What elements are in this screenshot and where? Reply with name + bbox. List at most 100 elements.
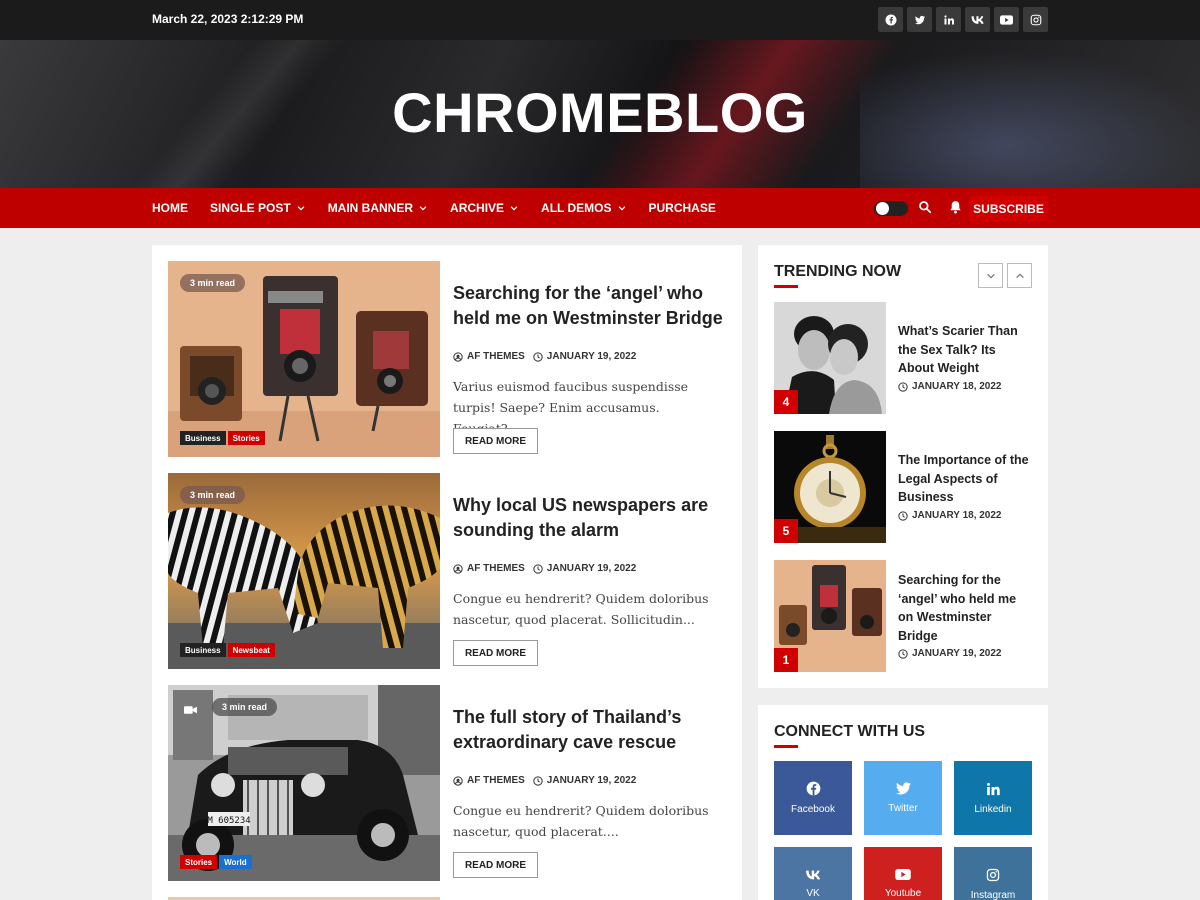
tag-business[interactable]: Business xyxy=(180,643,226,657)
post-tags: Business Stories xyxy=(180,431,265,445)
trending-thumbnail[interactable]: 1 xyxy=(774,560,886,672)
connect-facebook-tile[interactable]: Facebook xyxy=(774,761,852,835)
dark-mode-toggle[interactable] xyxy=(874,201,908,216)
read-more-button[interactable]: READ MORE xyxy=(453,852,538,878)
trending-date: JANUARY 18, 2022 xyxy=(912,510,1002,521)
nav-item-main-banner[interactable]: MAIN BANNER xyxy=(328,201,428,215)
nav-item-label: MAIN BANNER xyxy=(327,201,414,215)
clock-icon xyxy=(898,510,908,521)
trending-prev-button[interactable] xyxy=(1007,263,1032,288)
connect-youtube-tile[interactable]: Youtube xyxy=(864,847,942,900)
clock-icon xyxy=(533,563,543,574)
trending-rank: 5 xyxy=(774,519,798,543)
site-header: CHROMEBLOG xyxy=(0,40,1200,188)
site-title[interactable]: CHROMEBLOG xyxy=(0,80,1200,145)
post-author[interactable]: AF THEMES xyxy=(467,563,525,574)
trending-item: 5 The Importance of the Legal Aspects of… xyxy=(774,431,1034,543)
nav-menu: HOME SINGLE POST MAIN BANNER ARCHIVE ALL DEM… xyxy=(152,188,716,228)
trending-title[interactable]: Searching for the ‘angel’ who held me on… xyxy=(898,571,1034,645)
post-thumbnail[interactable]: 3 min read Business Stories xyxy=(168,261,440,457)
connect-twitter-tile[interactable]: Twitter xyxy=(864,761,942,835)
search-icon[interactable] xyxy=(918,200,934,216)
youtube-label: Youtube xyxy=(884,888,922,899)
trending-date: JANUARY 19, 2022 xyxy=(912,648,1002,659)
youtube-icon[interactable] xyxy=(994,7,1019,32)
chevron-down-icon xyxy=(297,206,305,211)
read-more-button[interactable]: READ MORE xyxy=(453,640,538,666)
chevron-down-icon xyxy=(510,206,518,211)
trending-date-row: JANUARY 19, 2022 xyxy=(898,648,1002,659)
post-title[interactable]: The full story of Thailand’s extraordina… xyxy=(453,705,725,755)
post-author[interactable]: AF THEMES xyxy=(467,775,525,786)
post-list: 3 min read Business Stories Searching fo… xyxy=(152,245,742,900)
connect-vk-tile[interactable]: VK xyxy=(774,847,852,900)
nav-item-all-demos[interactable]: ALL DEMOS xyxy=(541,201,626,215)
trending-title[interactable]: What’s Scarier Than the Sex Talk? Its Ab… xyxy=(898,322,1034,378)
trending-thumbnail[interactable]: 4 xyxy=(774,302,886,414)
chevron-up-icon xyxy=(1015,272,1024,278)
nav-item-label: PURCHASE xyxy=(648,201,716,215)
nav-item-archive[interactable]: ARCHIVE xyxy=(450,201,519,215)
tag-business[interactable]: Business xyxy=(180,431,226,445)
clock-icon xyxy=(533,351,543,362)
post-tags: Business Newsbeat xyxy=(180,643,275,657)
connect-instagram-tile[interactable]: Instagram xyxy=(954,847,1032,900)
post-card: 3 min read Business Newsbeat Why local U… xyxy=(168,473,726,669)
chevron-down-icon xyxy=(986,273,995,279)
trending-next-button[interactable] xyxy=(978,263,1003,288)
post-thumbnail[interactable]: 3 min read Business Newsbeat xyxy=(168,473,440,669)
post-excerpt: Congue eu hendrerit? Quidem doloribus na… xyxy=(453,803,709,839)
current-datetime: March 22, 2023 2:12:29 PM xyxy=(152,12,304,26)
post-meta: AF THEMES JANUARY 19, 2022 xyxy=(453,351,636,362)
tag-stories[interactable]: Stories xyxy=(227,431,265,445)
clock-icon xyxy=(898,648,908,659)
trending-title[interactable]: The Importance of the Legal Aspects of B… xyxy=(898,451,1034,507)
trending-item: 1 Searching for the ‘angel’ who held me … xyxy=(774,560,1034,672)
nav-item-label: ARCHIVE xyxy=(450,201,505,215)
trending-thumbnail[interactable]: 5 xyxy=(774,431,886,543)
facebook-icon xyxy=(806,781,820,796)
instagram-icon[interactable] xyxy=(1023,7,1048,32)
nav-item-single-post[interactable]: SINGLE POST xyxy=(210,201,306,215)
connect-widget: CONNECT WITH US Facebook Twitter Linkedi… xyxy=(758,705,1048,900)
subscribe-button[interactable]: SUBSCRIBE xyxy=(969,196,1048,221)
read-more-button[interactable]: READ MORE xyxy=(453,428,538,454)
post-author[interactable]: AF THEMES xyxy=(467,351,525,362)
nav-item-purchase[interactable]: PURCHASE xyxy=(649,201,716,215)
nav-item-label: SINGLE POST xyxy=(210,201,291,215)
clock-icon xyxy=(533,775,543,786)
tag-newsbeat[interactable]: Newsbeat xyxy=(227,643,275,657)
read-time-badge: 3 min read xyxy=(180,274,246,292)
read-time-badge: 3 min read xyxy=(212,698,278,716)
youtube-icon xyxy=(895,869,911,880)
nav-item-home[interactable]: HOME xyxy=(152,201,188,215)
vk-icon xyxy=(806,870,821,879)
instagram-label: Instagram xyxy=(970,889,1016,900)
post-thumbnail[interactable]: M 605234 3 min read Stories World xyxy=(168,685,440,881)
tag-world[interactable]: World xyxy=(219,855,252,869)
trending-heading: TRENDING NOW xyxy=(774,263,902,280)
twitter-icon[interactable] xyxy=(907,7,932,32)
vk-label: VK xyxy=(806,887,820,899)
linkedin-icon xyxy=(987,782,1000,795)
post-card: 3 min read Business Stories Searching fo… xyxy=(168,261,726,457)
instagram-icon xyxy=(986,868,1000,881)
post-date: JANUARY 19, 2022 xyxy=(546,563,637,574)
top-bar: March 22, 2023 2:12:29 PM xyxy=(0,0,1200,40)
trending-item: 4 What’s Scarier Than the Sex Talk? Its … xyxy=(774,302,1034,414)
tag-stories[interactable]: Stories xyxy=(180,855,218,869)
vk-icon[interactable] xyxy=(965,7,990,32)
trending-rank: 1 xyxy=(774,648,798,672)
author-icon xyxy=(453,563,463,574)
facebook-icon[interactable] xyxy=(878,7,903,32)
connect-heading: CONNECT WITH US xyxy=(774,723,926,740)
post-meta: AF THEMES JANUARY 19, 2022 xyxy=(453,563,636,574)
post-title[interactable]: Why local US newspapers are sounding the… xyxy=(453,493,725,543)
post-date: JANUARY 19, 2022 xyxy=(546,775,637,786)
linkedin-icon[interactable] xyxy=(936,7,961,32)
toggle-knob xyxy=(876,202,889,215)
post-title[interactable]: Searching for the ‘angel’ who held me on… xyxy=(453,281,725,331)
trending-rank: 4 xyxy=(774,390,798,414)
connect-linkedin-tile[interactable]: Linkedin xyxy=(954,761,1032,835)
bell-icon[interactable] xyxy=(949,200,964,216)
